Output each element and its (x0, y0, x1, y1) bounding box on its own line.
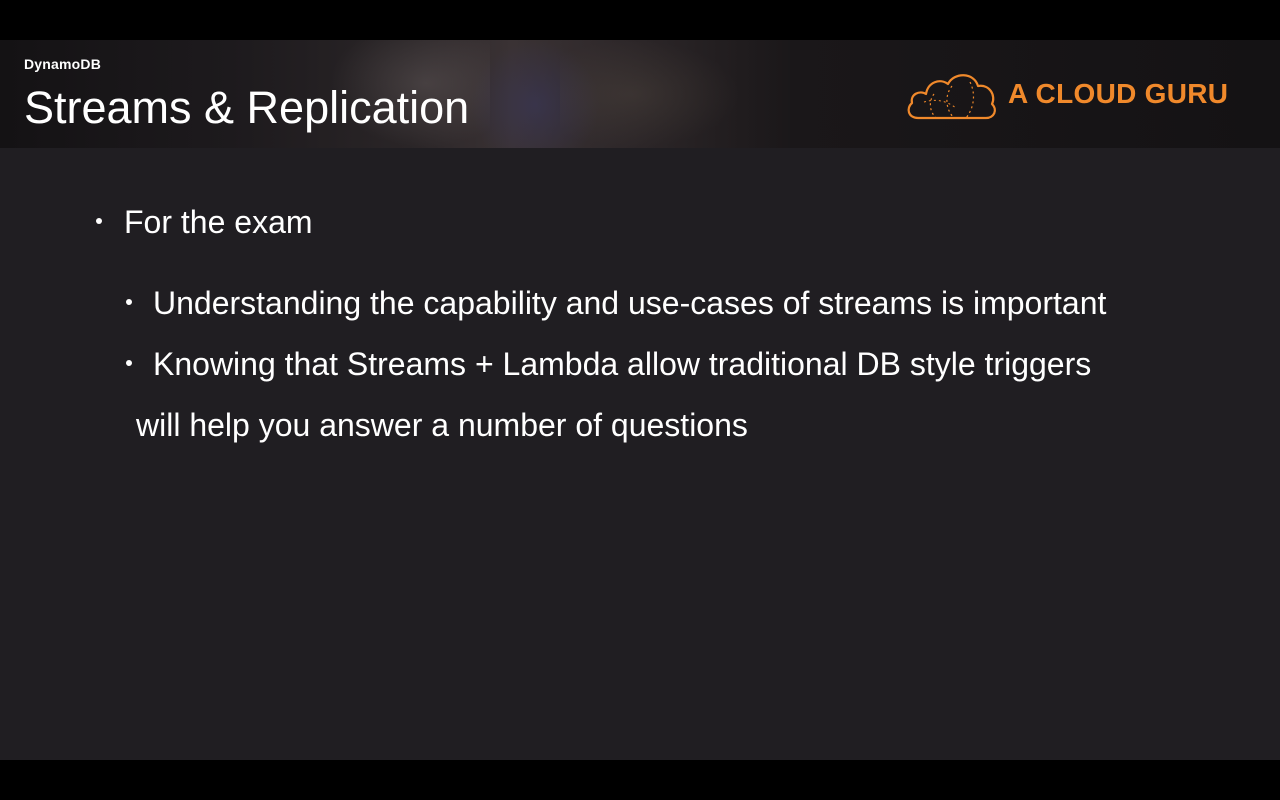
header-background-photo (470, 40, 600, 148)
bullet-level1: For the exam (96, 202, 313, 242)
bullet-level2: Knowing that Streams + Lambda allow trad… (126, 344, 1091, 384)
video-frame: DynamoDB Streams & Replication A CLOUD G… (0, 0, 1280, 800)
bullet-text: Understanding the capability and use-cas… (153, 285, 1107, 321)
bullet-icon (126, 359, 132, 366)
letterbox-top (0, 0, 1280, 40)
brand-name: A CLOUD GURU (1008, 78, 1229, 109)
presentation-slide: DynamoDB Streams & Replication A CLOUD G… (0, 40, 1280, 760)
slide-body: For the exam Understanding the capabilit… (0, 148, 1280, 760)
bullet-level2: Understanding the capability and use-cas… (126, 283, 1106, 323)
bullet-text: For the exam (124, 204, 313, 240)
slide-header: DynamoDB Streams & Replication A CLOUD G… (0, 40, 1280, 148)
header-background-photo (560, 40, 740, 148)
slide-title: Streams & Replication (24, 82, 470, 133)
cloud-icon (907, 74, 996, 120)
bullet-icon (96, 217, 102, 224)
bullet-continuation: will help you answer a number of questio… (136, 407, 748, 443)
letterbox-bottom (0, 760, 1280, 800)
bullet-text: Knowing that Streams + Lambda allow trad… (153, 346, 1092, 382)
brand-logo: A CLOUD GURU (904, 66, 1244, 122)
section-label: DynamoDB (24, 56, 102, 72)
bullet-icon (126, 298, 132, 305)
